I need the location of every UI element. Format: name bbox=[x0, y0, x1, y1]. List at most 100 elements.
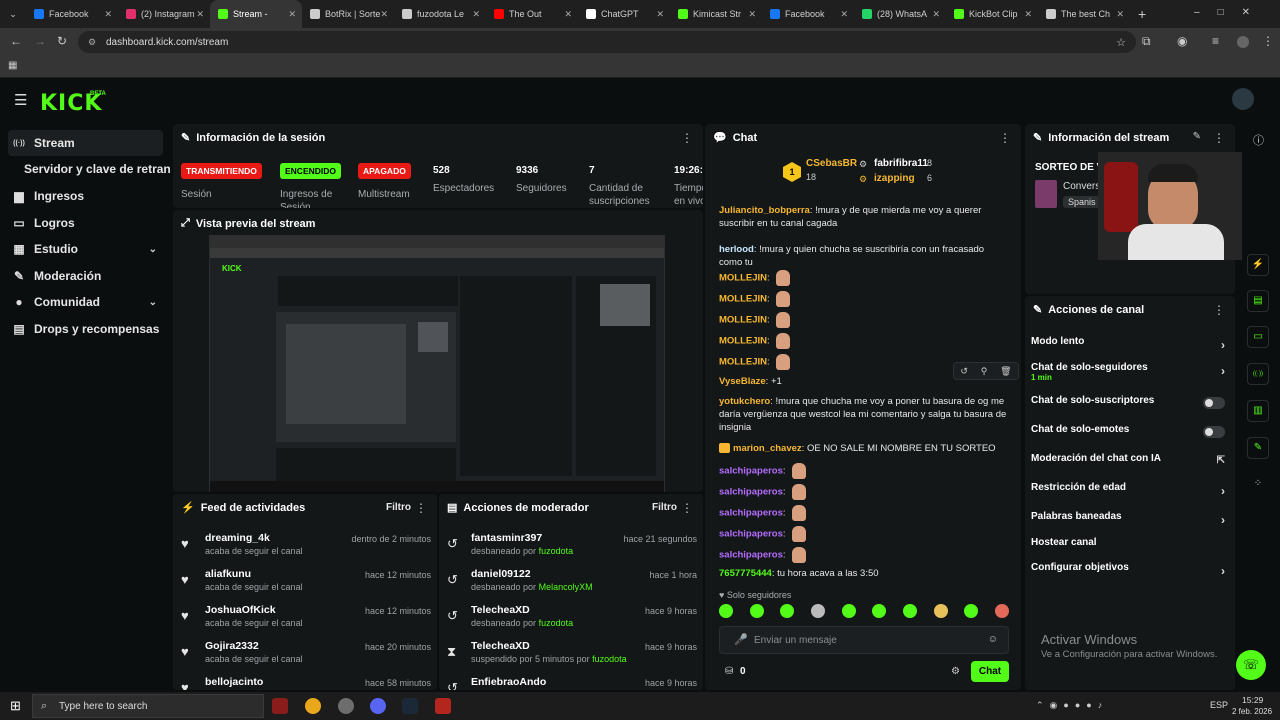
browser-tab[interactable]: The Out ✕ bbox=[486, 0, 578, 28]
address-bar[interactable]: ⚙ dashboard.kick.com/stream ☆ bbox=[78, 31, 1136, 53]
chat-username[interactable]: MOLLEJIN bbox=[719, 294, 767, 305]
chat-input[interactable]: 🎤 Enviar un mensaje ☺ bbox=[719, 626, 1009, 654]
windows-start-icon[interactable]: ⊞ bbox=[10, 698, 21, 714]
chat-username[interactable]: salchipaperos bbox=[719, 487, 783, 498]
mod-action-by[interactable]: fuzodota bbox=[539, 618, 574, 628]
feed-menu-icon[interactable]: ⋮ bbox=[415, 501, 427, 515]
tab-close-icon[interactable]: ✕ bbox=[1024, 9, 1032, 20]
dota-icon[interactable] bbox=[435, 698, 451, 714]
chat-menu-icon[interactable]: ⋮ bbox=[999, 131, 1011, 145]
window-controls[interactable]: –□✕ bbox=[1194, 7, 1268, 18]
top-gifter-name[interactable]: CSebasBR bbox=[806, 158, 857, 169]
mod-menu-icon[interactable]: ⋮ bbox=[681, 501, 693, 515]
emote-icon[interactable] bbox=[780, 604, 795, 618]
feed-filter-button[interactable]: Filtro bbox=[386, 502, 411, 513]
second-gifter-name[interactable]: fabrifibra11 bbox=[874, 158, 928, 169]
browser-tab[interactable]: (28) WhatsA ✕ bbox=[854, 0, 946, 28]
channel-action-item[interactable]: Configurar objetivos › bbox=[1031, 562, 1225, 582]
channel-action-item[interactable]: Hostear canal bbox=[1031, 537, 1225, 557]
app-icon[interactable] bbox=[272, 698, 288, 714]
lightning-icon[interactable]: ⚡ bbox=[1247, 254, 1269, 276]
emote-icon[interactable] bbox=[994, 604, 1009, 618]
mic-icon[interactable]: 🎤 bbox=[734, 633, 748, 646]
support-chat-button[interactable]: ☏ bbox=[1236, 650, 1266, 680]
chat-username[interactable]: MOLLEJIN bbox=[719, 315, 767, 326]
emote-icon[interactable] bbox=[841, 604, 856, 618]
stream-preview-video[interactable]: KICK bbox=[209, 235, 665, 492]
chat-username[interactable]: salchipaperos bbox=[719, 529, 783, 540]
channel-action-item[interactable]: Modo lento › bbox=[1031, 336, 1225, 356]
stream-info-menu-icon[interactable]: ⋮ bbox=[1213, 131, 1225, 145]
bookmark-star-icon[interactable]: ☆ bbox=[1116, 36, 1126, 49]
chat-username[interactable]: MOLLEJIN bbox=[719, 357, 767, 368]
tab-close-icon[interactable]: ✕ bbox=[288, 9, 296, 20]
chat-username[interactable]: salchipaperos bbox=[719, 550, 783, 561]
obs-icon[interactable] bbox=[338, 698, 354, 714]
system-tray-icons[interactable]: ⌃◉●●●♪ bbox=[1036, 700, 1108, 711]
layers-icon[interactable]: ▥ bbox=[1247, 400, 1269, 422]
channel-action-item[interactable]: Chat de solo-emotes bbox=[1031, 424, 1225, 444]
chat-username[interactable]: salchipaperos bbox=[719, 466, 783, 477]
emote-icon[interactable] bbox=[719, 604, 733, 618]
mod-target-username[interactable]: TelecheaXD bbox=[471, 604, 530, 616]
chat-username[interactable]: herlood bbox=[719, 244, 754, 255]
steam-icon[interactable] bbox=[402, 698, 418, 714]
delete-icon[interactable]: 🗑 bbox=[1000, 366, 1011, 377]
emote-icon[interactable] bbox=[749, 604, 764, 618]
site-info-icon[interactable]: ⚙ bbox=[88, 37, 96, 48]
browser-tab[interactable]: The best Ch ✕ bbox=[1038, 0, 1130, 28]
new-tab-icon[interactable]: + bbox=[1138, 6, 1146, 22]
mod-action-by[interactable]: fuzodota bbox=[539, 546, 574, 556]
tab-close-icon[interactable]: ✕ bbox=[1116, 9, 1124, 20]
clock-time[interactable]: 15:29 bbox=[1242, 695, 1263, 705]
channel-points-icon[interactable]: ⛁ bbox=[725, 666, 733, 677]
avatar[interactable] bbox=[1237, 36, 1249, 48]
mod-target-username[interactable]: daniel09122 bbox=[471, 568, 531, 580]
edit-pencil-icon[interactable]: ✎ bbox=[1193, 131, 1201, 142]
feed-username[interactable]: dreaming_4k bbox=[205, 532, 270, 544]
sidebar-item[interactable]: ▦ Estudio ⌄ bbox=[8, 236, 163, 262]
tab-close-icon[interactable]: ✕ bbox=[656, 9, 664, 20]
emote-icon[interactable] bbox=[964, 604, 979, 618]
channel-action-item[interactable]: Chat de solo-suscriptores bbox=[1031, 395, 1225, 415]
browser-tab[interactable]: Facebook ✕ bbox=[26, 0, 118, 28]
toggle-switch[interactable] bbox=[1203, 397, 1225, 409]
chat-username[interactable]: 7657775444 bbox=[719, 568, 772, 579]
chat-settings-icon[interactable]: ⚙ bbox=[951, 666, 960, 677]
mod-target-username[interactable]: TelecheaXD bbox=[471, 640, 530, 652]
chat-bubble-icon[interactable]: ▭ bbox=[1247, 326, 1269, 348]
apps-grid-icon[interactable]: ▦ bbox=[8, 60, 17, 71]
send-chat-button[interactable]: Chat bbox=[971, 661, 1009, 682]
sidebar-item[interactable]: ((·)) Stream bbox=[8, 130, 163, 156]
sidebar-item[interactable]: ✎ Moderación bbox=[8, 263, 163, 289]
browser-tab[interactable]: KickBot Clip ✕ bbox=[946, 0, 1038, 28]
chat-username[interactable]: marion_chavez bbox=[733, 443, 802, 454]
tab-close-icon[interactable]: ✕ bbox=[472, 9, 480, 20]
feed-username[interactable]: Gojira2332 bbox=[205, 640, 259, 652]
tab-close-icon[interactable]: ✕ bbox=[564, 9, 572, 20]
extensions-icon[interactable]: ⧉ bbox=[1142, 34, 1151, 49]
session-menu-icon[interactable]: ⋮ bbox=[681, 131, 693, 145]
language-indicator[interactable]: ESP bbox=[1210, 700, 1228, 710]
broadcast-icon[interactable]: ((·)) bbox=[1247, 363, 1269, 385]
mod-filter-button[interactable]: Filtro bbox=[652, 502, 677, 513]
channel-action-item[interactable]: Palabras baneadas › bbox=[1031, 511, 1225, 531]
tab-close-icon[interactable]: ✕ bbox=[932, 9, 940, 20]
chat-username[interactable]: VyseBlaze bbox=[719, 376, 766, 387]
sidebar-item[interactable]: ▆ Ingresos bbox=[8, 183, 163, 209]
mod-action-by[interactable]: MelancolyXM bbox=[539, 582, 593, 592]
browser-tab[interactable]: Stream - ✕ bbox=[210, 0, 302, 28]
third-gifter-name[interactable]: izapping bbox=[874, 173, 915, 184]
chat-username[interactable]: salchipaperos bbox=[719, 508, 783, 519]
channel-actions-menu-icon[interactable]: ⋮ bbox=[1213, 303, 1225, 317]
mod-target-username[interactable]: fantasminr397 bbox=[471, 532, 542, 544]
emote-icon[interactable] bbox=[810, 604, 825, 618]
forward-icon[interactable]: → bbox=[34, 34, 46, 48]
reply-icon[interactable]: ↺ bbox=[960, 366, 968, 377]
reload-icon[interactable]: ↻ bbox=[57, 34, 67, 48]
taskbar-search[interactable]: ⌕ Type here to search bbox=[32, 694, 264, 718]
tab-close-icon[interactable]: ✕ bbox=[104, 9, 112, 20]
browser-menu-icon[interactable]: ⋮ bbox=[1262, 34, 1274, 48]
chat-username[interactable]: MOLLEJIN bbox=[719, 336, 767, 347]
browser-tab[interactable]: BotRix | Sorte ✕ bbox=[302, 0, 394, 28]
